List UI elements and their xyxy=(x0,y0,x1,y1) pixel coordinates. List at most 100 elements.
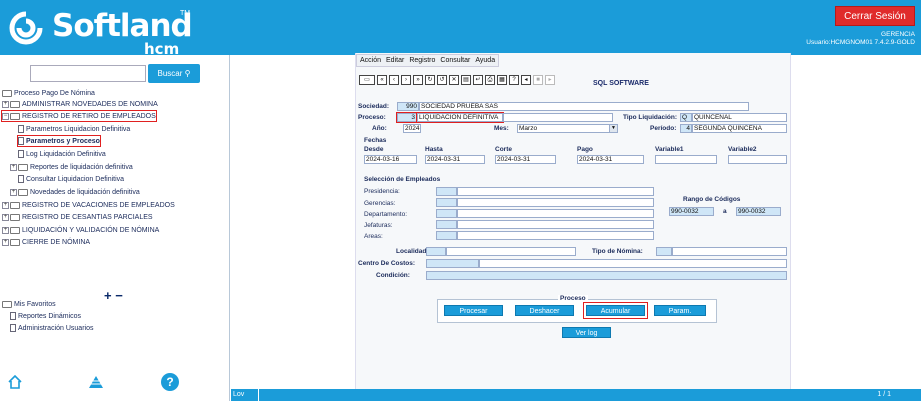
menu-registro[interactable]: Registro xyxy=(409,57,435,64)
presidencia-name[interactable] xyxy=(457,187,654,196)
areas-name[interactable] xyxy=(457,231,654,240)
jefaturas-name[interactable] xyxy=(457,220,654,229)
acumular-button[interactable]: Acumular xyxy=(583,302,648,319)
departamento-code[interactable] xyxy=(436,209,457,218)
centro-costos-code[interactable] xyxy=(426,259,479,268)
tree-item-log-liq[interactable]: Log Liquidación Definitiva xyxy=(18,149,106,159)
expand-icon[interactable]: + xyxy=(10,163,17,171)
expand-icon[interactable]: + xyxy=(2,201,9,209)
expand-icon[interactable]: + xyxy=(2,226,9,234)
proceso-extra-field[interactable] xyxy=(503,113,613,122)
menu-accion[interactable]: Acción xyxy=(360,57,381,64)
rango-hasta-field[interactable]: 990-0032 xyxy=(736,207,781,216)
tree-item-retiro[interactable]: − REGISTRO DE RETIRO DE EMPLEADOS xyxy=(1,110,157,122)
export-icon[interactable]: ▦ xyxy=(497,75,507,85)
presidencia-code[interactable] xyxy=(436,187,457,196)
expand-icon[interactable]: + xyxy=(2,213,9,221)
centro-costos-name[interactable] xyxy=(479,259,787,268)
proceso-code[interactable]: 3 xyxy=(396,112,418,123)
document-icon xyxy=(18,175,24,183)
tree-item-parametros-liq[interactable]: Parametros Liquidacion Definitiva xyxy=(18,124,130,134)
print-icon[interactable]: ⎙ xyxy=(485,75,495,85)
desde-field[interactable]: 2024-03-16 xyxy=(364,155,417,164)
folders-icon[interactable]: ▭ xyxy=(359,75,375,85)
sociedad-name[interactable]: SOCIEDAD PRUEBA SAS xyxy=(419,102,749,111)
help-small-icon[interactable]: ? xyxy=(509,75,519,85)
tree-item-consultar-liq[interactable]: Consultar Liquidacion Definitiva xyxy=(18,174,124,184)
anio-field[interactable]: 2024 xyxy=(403,124,421,133)
tree-item-novedades-liq[interactable]: + Novedades de liquidación definitiva xyxy=(10,187,140,197)
folder-icon xyxy=(10,201,20,209)
tipo-nomina-code[interactable] xyxy=(656,247,672,256)
tipo-nomina-name[interactable] xyxy=(672,247,787,256)
areas-code[interactable] xyxy=(436,231,457,240)
expand-collapse-all[interactable]: + − xyxy=(104,288,123,303)
first-icon[interactable]: « xyxy=(377,75,387,85)
nav-prev-icon[interactable]: ◂ xyxy=(521,75,531,85)
tree-item-parametros-proceso[interactable]: Parametros y Proceso xyxy=(17,135,101,147)
menu-consultar[interactable]: Consultar xyxy=(440,57,470,64)
tree-item-admin-novedades[interactable]: + ADMINISTRAR NOVEDADES DE NOMINA xyxy=(2,99,158,109)
tree-item-reportes-liq[interactable]: + Reportes de liquidación definitiva xyxy=(10,162,133,172)
gerencias-name[interactable] xyxy=(457,198,654,207)
expand-icon[interactable]: + xyxy=(2,238,9,246)
chevron-down-icon[interactable]: ▼ xyxy=(609,125,617,132)
variable1-field[interactable] xyxy=(655,155,717,164)
variable2-field[interactable] xyxy=(728,155,787,164)
condicion-field[interactable] xyxy=(426,271,787,280)
folder-open-icon xyxy=(10,112,20,120)
tree-item-vacaciones[interactable]: + REGISTRO DE VACACIONES DE EMPLEADOS xyxy=(2,200,175,210)
favorite-item[interactable]: Administración Usuarios xyxy=(10,323,93,333)
mes-label: Mes: xyxy=(494,125,509,132)
hasta-field[interactable]: 2024-03-31 xyxy=(425,155,485,164)
rango-desde-field[interactable]: 990-0032 xyxy=(669,207,714,216)
triangle-icon[interactable] xyxy=(88,375,104,392)
pago-field[interactable]: 2024-03-31 xyxy=(577,155,644,164)
periodo-code[interactable]: 4 xyxy=(680,124,692,133)
tree-item-cesantias[interactable]: + REGISTRO DE CESANTIAS PARCIALES xyxy=(2,212,153,222)
tree-item-cierre[interactable]: + CIERRE DE NÓMINA xyxy=(2,237,90,247)
nav-stop-icon[interactable]: ■ xyxy=(533,75,543,85)
favorites-root[interactable]: Mis Favoritos xyxy=(2,299,56,309)
menu-editar[interactable]: Editar xyxy=(386,57,404,64)
favorite-item[interactable]: Reportes Dinámicos xyxy=(10,311,81,321)
search-button[interactable]: Buscar ⚲ xyxy=(148,64,200,83)
search-input[interactable] xyxy=(30,65,146,82)
save-icon[interactable]: ▤ xyxy=(461,75,471,85)
periodo-name[interactable]: SEGUNDA QUINCENA xyxy=(692,124,787,133)
proceso-name[interactable]: LIQUIDACION DEFINITIVA xyxy=(416,112,504,123)
corte-field[interactable]: 2024-03-31 xyxy=(495,155,556,164)
expand-icon[interactable]: + xyxy=(2,100,9,108)
localidad-code[interactable] xyxy=(426,247,446,256)
exit-icon[interactable]: ↵ xyxy=(473,75,483,85)
last-icon[interactable]: » xyxy=(413,75,423,85)
mes-select[interactable]: Marzo ▼ xyxy=(517,124,618,133)
gerencias-code[interactable] xyxy=(436,198,457,207)
undo-icon[interactable]: ↺ xyxy=(437,75,447,85)
jefaturas-code[interactable] xyxy=(436,220,457,229)
tree-label: REGISTRO DE VACACIONES DE EMPLEADOS xyxy=(22,201,175,209)
help-icon[interactable]: ? xyxy=(161,373,179,391)
home-icon[interactable] xyxy=(8,374,22,392)
refresh-icon[interactable]: ↻ xyxy=(425,75,435,85)
tree-root[interactable]: Proceso Pago De Nómina xyxy=(2,88,95,98)
tree-item-liquidacion[interactable]: + LIQUIDACIÓN Y VALIDACIÓN DE NÓMINA xyxy=(2,225,159,235)
collapse-icon[interactable]: − xyxy=(2,112,9,120)
departamento-name[interactable] xyxy=(457,209,654,218)
sociedad-code[interactable]: 990 xyxy=(397,102,419,111)
next-icon[interactable]: › xyxy=(401,75,411,85)
menu-ayuda[interactable]: Ayuda xyxy=(475,57,495,64)
prev-icon[interactable]: ‹ xyxy=(389,75,399,85)
param-button[interactable]: Param. xyxy=(654,305,706,316)
deshacer-button[interactable]: Deshacer xyxy=(515,305,574,316)
tipo-liq-name[interactable]: QUINCENAL xyxy=(692,113,787,122)
localidad-name[interactable] xyxy=(446,247,576,256)
nav-next-icon[interactable]: ▸ xyxy=(545,75,555,85)
delete-icon[interactable]: ✕ xyxy=(449,75,459,85)
presidencia-label: Presidencia: xyxy=(364,188,400,195)
procesar-button[interactable]: Procesar xyxy=(444,305,503,316)
tipo-liq-code[interactable]: Q xyxy=(680,113,692,122)
expand-icon[interactable]: + xyxy=(10,188,17,196)
logout-button[interactable]: Cerrar Sesión xyxy=(835,6,915,26)
ver-log-button[interactable]: Ver log xyxy=(562,327,611,338)
